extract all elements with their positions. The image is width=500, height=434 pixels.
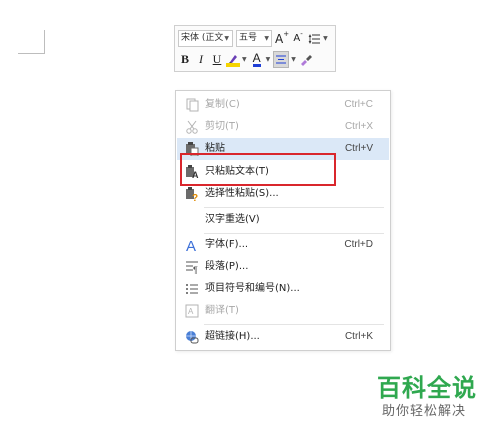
paragraph-icon: ¶ bbox=[185, 260, 199, 274]
grow-font-button[interactable]: A + bbox=[275, 30, 289, 47]
chevron-down-icon: ▼ bbox=[264, 35, 269, 42]
menu-item-label: 选择性粘贴(S)... bbox=[205, 188, 279, 199]
menu-separator bbox=[204, 207, 384, 208]
menu-item-label: 复制(C) bbox=[205, 99, 240, 110]
menu-item-label: 超链接(H)... bbox=[205, 331, 260, 342]
chevron-down-icon[interactable]: ▼ bbox=[323, 35, 328, 42]
scissors-icon bbox=[185, 120, 199, 134]
chevron-down-icon: ▼ bbox=[224, 35, 229, 42]
menu-item-paste-special[interactable]: ? 选择性粘贴(S)... bbox=[177, 183, 389, 205]
highlighter-icon bbox=[226, 54, 240, 67]
svg-text:A: A bbox=[186, 238, 196, 252]
context-menu: 复制(C) Ctrl+C 剪切(T) Ctrl+X 粘贴 Ctrl+V A 只粘… bbox=[175, 90, 391, 351]
mini-format-toolbar: 宋体 (正文 ▼ 五号 ▼ A + A- ▼ B I U ▼ A ▼ ▼ bbox=[174, 25, 336, 72]
svg-text:?: ? bbox=[192, 193, 198, 201]
menu-item-cut[interactable]: 剪切(T) Ctrl+X bbox=[177, 116, 389, 138]
underline-button[interactable]: U bbox=[210, 51, 224, 68]
watermark-logo: 百科全说 bbox=[377, 374, 477, 402]
font-color-icon: A bbox=[252, 50, 261, 67]
hyperlink-icon bbox=[185, 330, 199, 344]
align-center-icon bbox=[276, 55, 287, 64]
translate-icon: A bbox=[185, 304, 199, 318]
menu-item-shortcut: Ctrl+K bbox=[344, 331, 373, 342]
italic-button[interactable]: I bbox=[194, 51, 208, 68]
chevron-down-icon[interactable]: ▼ bbox=[266, 56, 271, 63]
chevron-down-icon[interactable]: ▼ bbox=[242, 56, 247, 63]
watermark-slogan: 助你轻松解决 bbox=[382, 404, 467, 419]
font-color-button[interactable]: A bbox=[250, 51, 264, 68]
grow-font-icon: A bbox=[275, 31, 284, 46]
format-painter-icon bbox=[301, 55, 313, 66]
menu-separator bbox=[204, 324, 384, 325]
copy-icon bbox=[185, 98, 199, 112]
menu-item-label: 字体(F)... bbox=[205, 239, 249, 250]
menu-item-reselect-chinese[interactable]: 汉字重选(V) bbox=[177, 209, 389, 231]
page-corner-mark bbox=[18, 53, 45, 54]
menu-item-copy[interactable]: 复制(C) Ctrl+C bbox=[177, 94, 389, 116]
format-painter-button[interactable] bbox=[299, 51, 313, 68]
font-icon: A bbox=[185, 238, 199, 252]
shrink-font-icon: A bbox=[293, 33, 301, 44]
font-size-value: 五号 bbox=[239, 33, 258, 43]
svg-text:¶: ¶ bbox=[193, 265, 198, 274]
menu-item-label: 剪切(T) bbox=[205, 121, 239, 132]
page-corner-mark-vertical bbox=[44, 30, 45, 54]
highlight-button[interactable] bbox=[226, 51, 240, 68]
menu-item-shortcut: Ctrl+C bbox=[344, 99, 373, 110]
menu-item-label: 段落(P)... bbox=[205, 261, 249, 272]
line-spacing-button[interactable] bbox=[307, 30, 321, 47]
shrink-font-button[interactable]: A- bbox=[291, 30, 305, 47]
line-spacing-icon bbox=[308, 33, 321, 44]
menu-item-shortcut: Ctrl+V bbox=[344, 143, 373, 154]
font-family-value: 宋体 (正文 bbox=[181, 33, 224, 43]
font-size-select[interactable]: 五号 ▼ bbox=[236, 30, 272, 47]
annotation-highlight-box bbox=[180, 153, 336, 186]
chevron-down-icon[interactable]: ▼ bbox=[291, 56, 296, 63]
toolbar-row-style: B I U ▼ A ▼ ▼ bbox=[178, 50, 315, 69]
font-family-select[interactable]: 宋体 (正文 ▼ bbox=[178, 30, 233, 47]
paste-special-icon: ? bbox=[185, 187, 199, 201]
menu-item-paragraph[interactable]: ¶ 段落(P)... bbox=[177, 256, 389, 278]
menu-item-font[interactable]: A 字体(F)... Ctrl+D bbox=[177, 234, 389, 256]
menu-item-translate[interactable]: A 翻译(T) bbox=[177, 300, 389, 322]
svg-text:A: A bbox=[188, 307, 194, 316]
menu-item-hyperlink[interactable]: 超链接(H)... Ctrl+K bbox=[177, 326, 389, 348]
menu-item-bullets-numbering[interactable]: 项目符号和编号(N)... bbox=[177, 278, 389, 300]
menu-item-shortcut: Ctrl+X bbox=[344, 121, 373, 132]
align-button[interactable] bbox=[273, 51, 290, 68]
toolbar-row-font: 宋体 (正文 ▼ 五号 ▼ A + A- ▼ bbox=[178, 29, 331, 48]
menu-item-label: 项目符号和编号(N)... bbox=[205, 283, 300, 294]
bullet-list-icon bbox=[185, 282, 199, 296]
menu-item-shortcut: Ctrl+D bbox=[344, 239, 373, 250]
bold-button[interactable]: B bbox=[178, 51, 192, 68]
menu-item-label: 翻译(T) bbox=[205, 305, 239, 316]
menu-item-label: 汉字重选(V) bbox=[205, 214, 260, 225]
